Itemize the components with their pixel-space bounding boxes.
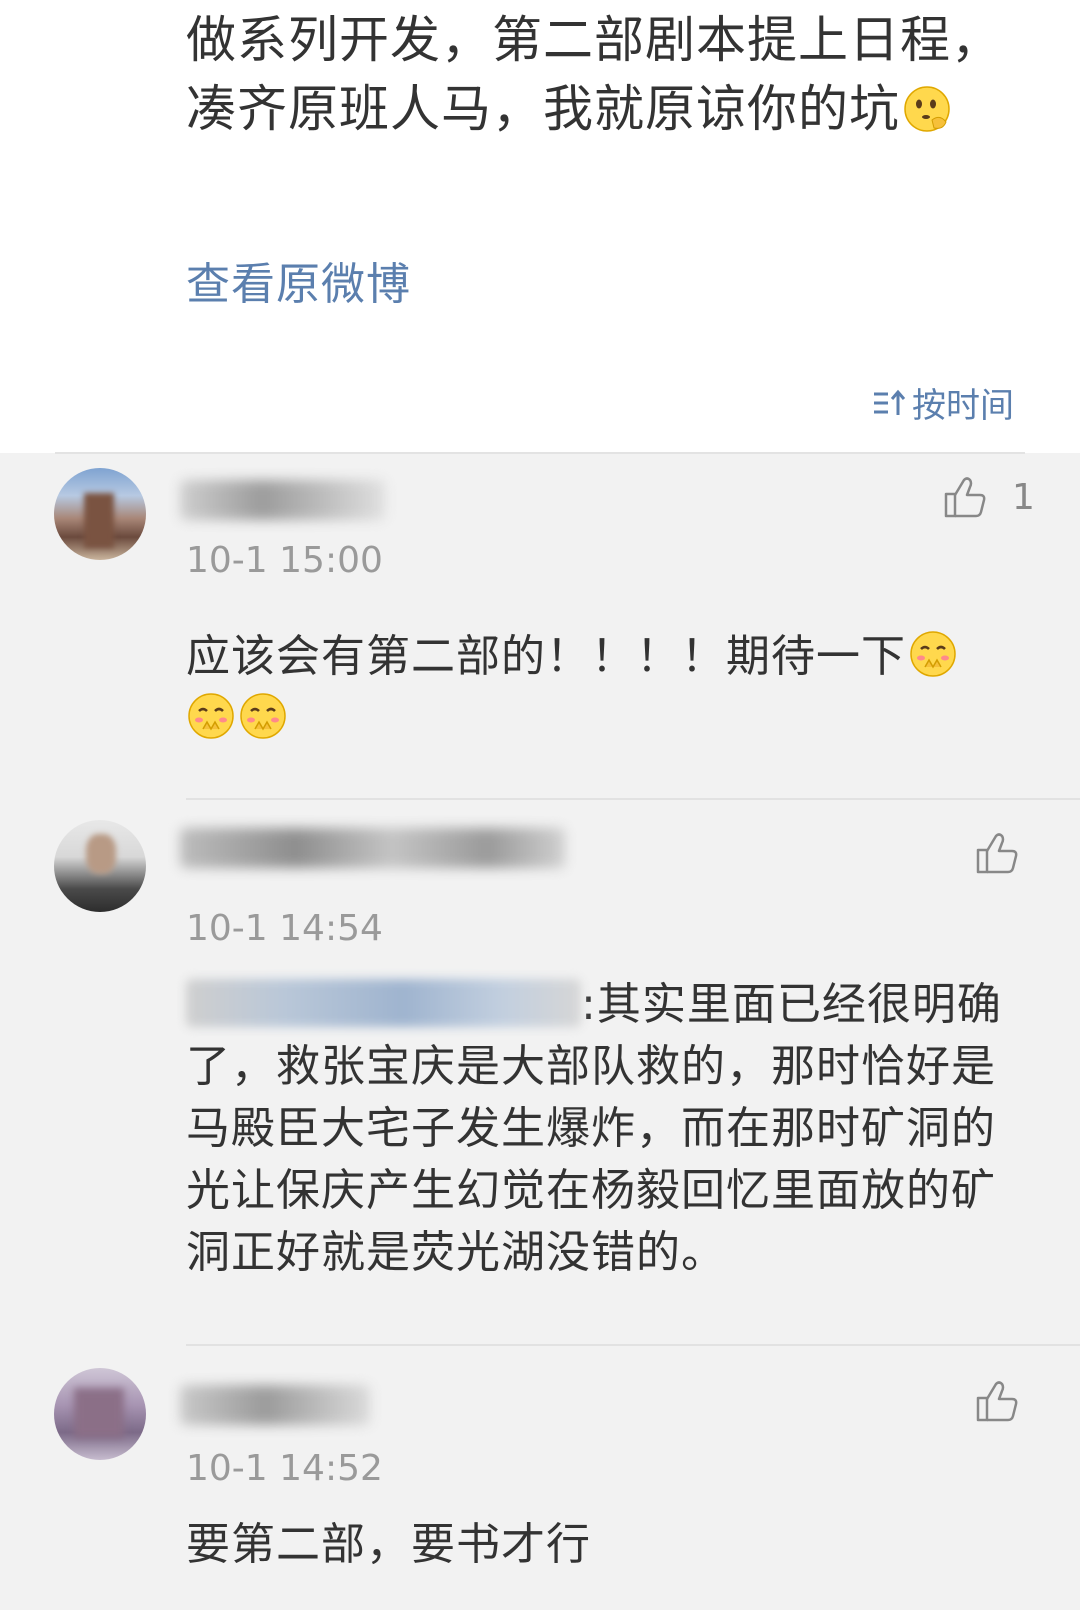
comment-timestamp: 10-1 15:00 [186, 540, 383, 581]
section-divider [55, 452, 1025, 454]
comment-body: 应该会有第二部的！！！！期待一下 [186, 631, 906, 682]
view-original-link[interactable]: 查看原微博 [186, 248, 411, 312]
comment-divider [186, 798, 1080, 800]
blushing-face-emoji-icon [240, 693, 286, 739]
thinking-face-emoji-icon [904, 86, 950, 132]
avatar[interactable] [54, 820, 146, 912]
sort-icon [874, 389, 906, 415]
username-blurred[interactable] [180, 480, 385, 520]
comment-timestamp: 10-1 14:54 [186, 908, 383, 949]
thumbs-up-icon [976, 833, 1018, 874]
username-blurred[interactable] [180, 828, 565, 868]
comment-divider [186, 1344, 1080, 1346]
thumbs-up-icon [944, 477, 986, 518]
original-post: 做系列开发，第二部剧本提上日程，凑齐原班人马，我就原谅你的坑 查看原微博 按时间 [0, 0, 1080, 453]
like-button[interactable] [974, 830, 1020, 876]
comment-timestamp: 10-1 14:52 [186, 1448, 383, 1489]
blushing-face-emoji-icon [910, 631, 956, 677]
avatar[interactable] [54, 468, 146, 560]
comment-text: 应该会有第二部的！！！！期待一下 [186, 626, 1036, 750]
reply-mention-blurred[interactable] [186, 979, 581, 1027]
blushing-face-emoji-icon [188, 693, 234, 739]
comment-text: :其实里面已经很明确了，救张宝庆是大部队救的，那时恰好是马殿臣大宅子发生爆炸，而… [186, 974, 1036, 1284]
thumbs-up-icon [976, 1381, 1018, 1422]
post-text: 做系列开发，第二部剧本提上日程，凑齐原班人马，我就原谅你的坑 [186, 6, 1036, 144]
username-blurred[interactable] [180, 1385, 370, 1425]
avatar[interactable] [54, 1368, 146, 1460]
sort-label: 按时间 [912, 386, 1014, 426]
like-count: 1 [1012, 476, 1035, 518]
like-button[interactable]: 1 [942, 474, 1035, 520]
comment-page: 做系列开发，第二部剧本提上日程，凑齐原班人马，我就原谅你的坑 查看原微博 按时间 [0, 0, 1080, 1610]
comment-text: 要第二部，要书才行 [186, 1519, 591, 1570]
sort-by-time-button[interactable]: 按时间 [872, 378, 1014, 427]
like-button[interactable] [974, 1378, 1020, 1424]
post-body: 做系列开发，第二部剧本提上日程，凑齐原班人马，我就原谅你的坑 [186, 11, 1002, 138]
